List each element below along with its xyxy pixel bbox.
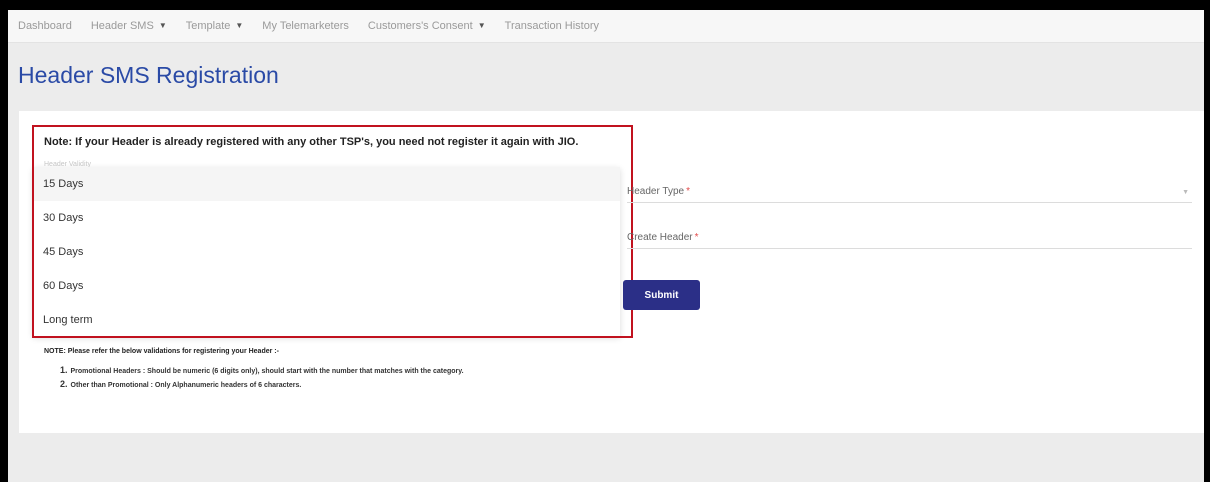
create-header-input[interactable]: Create Header * (627, 217, 1192, 249)
tsp-note: Note: If your Header is already register… (44, 136, 579, 148)
nav-my-telemarketers[interactable]: My Telemarketers (262, 20, 349, 32)
registration-form-card: Note: If your Header is already register… (19, 111, 1204, 433)
chevron-down-icon: ▼ (235, 21, 244, 30)
nav-header-sms[interactable]: Header SMS ▼ (91, 20, 167, 32)
validation-text: Promotional Headers : Should be numeric … (70, 368, 464, 375)
required-marker: * (694, 232, 699, 243)
chevron-down-icon: ▼ (158, 21, 167, 30)
validation-item-promotional: 1. Promotional Headers : Should be numeri… (60, 363, 464, 377)
validation-note-title: NOTE: Please refer the below validations… (44, 348, 279, 355)
app-frame: Dashboard Header SMS ▼ Template ▼ My Telem… (0, 0, 1210, 482)
nav-customers-consent[interactable]: Customers's Consent ▼ (368, 20, 486, 32)
required-marker: * (686, 186, 690, 197)
validation-item-other: 2. Other than Promotional : Only Alphanum… (60, 377, 464, 391)
chevron-down-icon: ▼ (1182, 189, 1189, 196)
nav-transaction-history[interactable]: Transaction History (505, 20, 599, 32)
create-header-label: Create Header * (627, 232, 699, 243)
validation-number: 1. (60, 365, 68, 375)
header-type-label: Header Type * (627, 186, 690, 197)
validation-list: 1. Promotional Headers : Should be numeri… (60, 363, 464, 391)
validity-option-long-term[interactable]: Long term (33, 303, 620, 337)
header-type-label-text: Header Type (627, 186, 685, 197)
chevron-down-icon: ▼ (477, 21, 486, 30)
validity-option-60-days[interactable]: 60 Days (33, 269, 620, 303)
validation-text: Other than Promotional : Only Alphanumer… (70, 382, 302, 389)
header-validity-dropdown-menu: 15 Days 30 Days 45 Days 60 Days Long ter… (33, 167, 620, 336)
submit-button[interactable]: Submit (623, 280, 700, 310)
page-title: Header SMS Registration (18, 62, 279, 88)
create-header-label-text: Create Header (627, 232, 693, 243)
nav-template[interactable]: Template ▼ (186, 20, 244, 32)
validity-option-30-days[interactable]: 30 Days (33, 201, 620, 235)
nav-my-telemarketers-label: My Telemarketers (262, 20, 349, 32)
nav-template-label: Template (185, 20, 231, 32)
nav-dashboard[interactable]: Dashboard (18, 20, 72, 32)
nav-transaction-history-label: Transaction History (504, 20, 599, 32)
validity-option-45-days[interactable]: 45 Days (33, 235, 620, 269)
validation-number: 2. (60, 379, 68, 389)
nav-header-sms-label: Header SMS (90, 20, 154, 32)
header-type-select[interactable]: Header Type * ▼ (627, 171, 1192, 203)
top-navbar: Dashboard Header SMS ▼ Template ▼ My Telem… (8, 10, 1204, 43)
nav-customers-consent-label: Customers's Consent (367, 20, 473, 32)
nav-dashboard-label: Dashboard (18, 20, 72, 32)
validity-option-15-days[interactable]: 15 Days (33, 167, 620, 201)
